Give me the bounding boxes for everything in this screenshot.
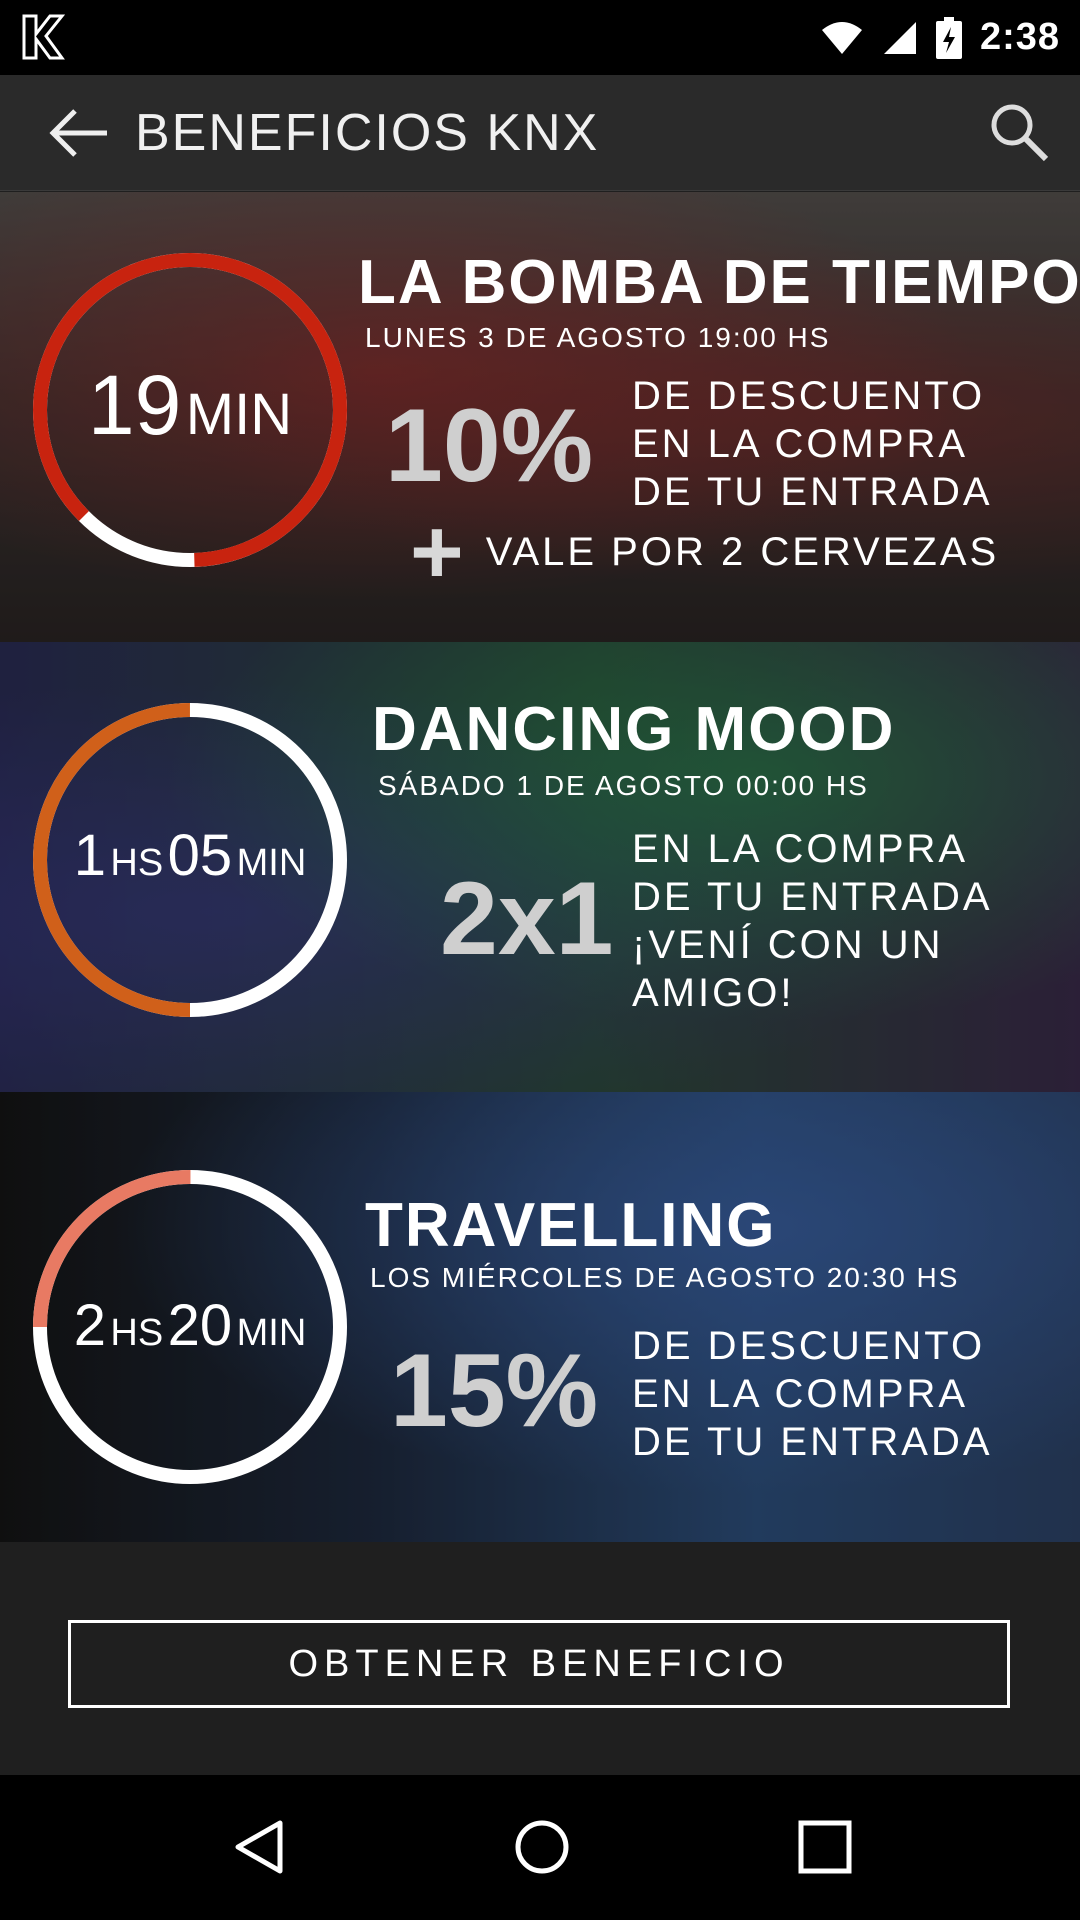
event-date: SÁBADO 1 DE AGOSTO 00:00 HS — [378, 770, 869, 801]
status-bar: 2:38 — [0, 0, 1080, 75]
event-card-travelling[interactable]: 2 HS 20 MIN TRAVELLING LOS MIÉRCOLES DE … — [0, 1092, 1080, 1542]
search-icon[interactable] — [988, 101, 1050, 163]
page-title: BENEFICIOS KNX — [135, 104, 600, 162]
nav-home-icon[interactable] — [512, 1817, 572, 1877]
promo-text: DE DESCUENTO EN LA COMPRA DE TU ENTRADA — [632, 1324, 993, 1464]
wifi-icon — [821, 21, 862, 54]
promo-text: DE DESCUENTO EN LA COMPRA DE TU ENTRADA — [632, 374, 993, 514]
event-title: LA BOMBA DE TIEMPO — [358, 248, 1080, 317]
promo-value: 2x1 — [440, 861, 614, 977]
status-time: 2:38 — [979, 16, 1060, 58]
event-title: DANCING MOOD — [372, 695, 896, 764]
navigation-bar — [0, 1775, 1080, 1920]
signal-icon — [883, 21, 916, 54]
knx-logo-icon — [22, 14, 66, 60]
promo-text: EN LA COMPRA DE TU ENTRADA ¡VENÍ CON UN … — [632, 827, 993, 1015]
obtener-beneficio-button[interactable]: OBTENER BENEFICIO — [68, 1620, 1010, 1708]
plus-icon: + — [410, 501, 464, 603]
back-arrow-icon[interactable] — [45, 103, 111, 163]
extra-benefit: + VALE POR 2 CERVEZAS — [410, 501, 1000, 603]
countdown-label: 1 HS 05 MIN — [73, 823, 307, 888]
promo-value: 10% — [385, 388, 594, 504]
app-bar: BENEFICIOS KNX — [0, 75, 1080, 191]
event-card-dancing-mood[interactable]: 1 HS 05 MIN DANCING MOOD SÁBADO 1 DE AGO… — [0, 642, 1080, 1092]
nav-back-icon[interactable] — [230, 1817, 290, 1877]
promo-value: 15% — [390, 1333, 599, 1449]
countdown-label: 19 MIN — [87, 358, 293, 452]
event-date: LOS MIÉRCOLES DE AGOSTO 20:30 HS — [370, 1262, 960, 1293]
event-title: TRAVELLING — [365, 1191, 777, 1260]
event-date: LUNES 3 DE AGOSTO 19:00 HS — [365, 322, 831, 353]
countdown-label: 2 HS 20 MIN — [73, 1293, 307, 1358]
nav-recent-apps-icon[interactable] — [795, 1817, 855, 1877]
battery-icon — [935, 16, 962, 59]
extra-benefit-text: VALE POR 2 CERVEZAS — [485, 529, 1000, 574]
event-card-la-bomba-de-tiempo[interactable]: 19 MIN LA BOMBA DE TIEMPO LUNES 3 DE AGO… — [0, 192, 1080, 642]
